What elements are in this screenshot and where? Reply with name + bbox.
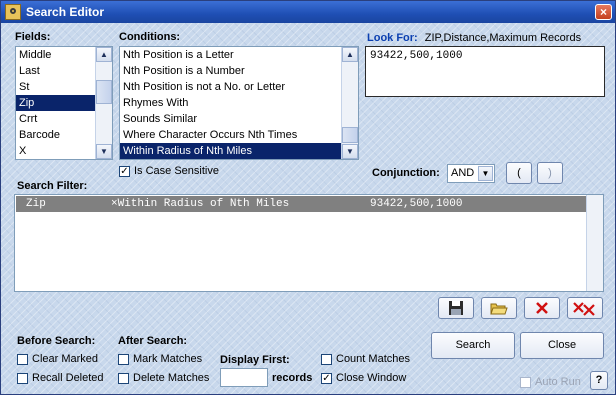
search-filter-label: Search Filter: [17, 180, 88, 192]
scroll-up-icon[interactable]: ▲ [96, 47, 112, 62]
recall-deleted-label: Recall Deleted [32, 372, 104, 384]
conditions-label: Conditions: [119, 31, 181, 43]
conditions-item[interactable]: Nth Position is not a No. or Letter [120, 79, 358, 95]
fields-scrollbar[interactable]: ▲ ▼ [95, 47, 112, 159]
look-for-header: Look For: ZIP,Distance,Maximum Records [367, 32, 581, 44]
checkbox-box[interactable] [17, 353, 28, 365]
conditions-item[interactable]: Where Character Occurs Nth Times [120, 127, 358, 143]
mark-matches-label: Mark Matches [133, 353, 203, 365]
open-folder-icon [490, 303, 508, 315]
scroll-down-icon[interactable]: ▼ [96, 144, 112, 159]
display-first-suffix: records [272, 372, 313, 384]
checkbox-box[interactable] [321, 353, 332, 365]
filter-row[interactable]: Zip ×Within Radius of Nth Miles 93422,50… [16, 196, 586, 212]
filter-field: Zip [26, 198, 46, 210]
help-button[interactable]: ? [590, 371, 608, 390]
count-matches-checkbox[interactable]: Count Matches [321, 353, 410, 367]
checkbox-box[interactable] [118, 372, 129, 384]
close-window-label: Close Window [336, 372, 407, 384]
search-editor-window: Search Editor × Fields: Middle Last St Zip C… [0, 0, 616, 395]
delete-all-button[interactable] [567, 297, 603, 319]
chevron-down-icon[interactable]: ▼ [478, 166, 493, 181]
look-for-label: Look For: [367, 32, 418, 44]
checkbox-check-icon[interactable]: ✓ [119, 165, 130, 177]
conditions-item[interactable]: Within Radius of Nth Miles [120, 143, 358, 159]
after-search-label: After Search: [118, 335, 188, 347]
search-button[interactable]: Search [431, 332, 515, 359]
mark-matches-checkbox[interactable]: Mark Matches [118, 353, 202, 367]
case-sensitive-checkbox[interactable]: ✓ Is Case Sensitive [119, 165, 219, 179]
save-icon [449, 301, 463, 315]
case-sensitive-label: Is Case Sensitive [134, 165, 219, 177]
close-button[interactable]: Close [520, 332, 604, 359]
checkbox-box[interactable] [17, 372, 28, 384]
display-first-input[interactable] [220, 368, 268, 387]
count-matches-label: Count Matches [336, 353, 410, 365]
delete-all-icon [573, 302, 595, 316]
checkbox-check-icon[interactable]: ✓ [321, 372, 332, 384]
delete-matches-checkbox[interactable]: Delete Matches [118, 372, 209, 386]
scroll-thumb[interactable] [342, 127, 358, 143]
scroll-down-icon[interactable]: ▼ [342, 144, 358, 159]
clear-marked-checkbox[interactable]: Clear Marked [17, 353, 98, 367]
filter-condition: ×Within Radius of Nth Miles [111, 198, 290, 210]
delete-button[interactable] [524, 297, 560, 319]
open-paren-button[interactable]: ( [506, 162, 532, 184]
open-button[interactable] [481, 297, 517, 319]
filter-value: 93422,500,1000 [370, 198, 463, 210]
close-window-checkbox[interactable]: ✓ Close Window [321, 372, 406, 386]
fields-label: Fields: [15, 31, 51, 43]
scroll-thumb[interactable] [96, 80, 112, 104]
conditions-item[interactable]: Rhymes With [120, 95, 358, 111]
look-for-input[interactable]: 93422,500,1000 [365, 46, 605, 97]
fields-listbox[interactable]: Middle Last St Zip Crrt Barcode X ▲ ▼ [15, 46, 113, 160]
conditions-item[interactable]: Nth Position is a Letter [120, 47, 358, 63]
title-bar: Search Editor × [1, 1, 615, 23]
scroll-up-icon[interactable]: ▲ [342, 47, 358, 62]
checkbox-box[interactable] [118, 353, 129, 365]
before-search-label: Before Search: [17, 335, 96, 347]
conditions-listbox[interactable]: Nth Position is a Letter Nth Position is … [119, 46, 359, 160]
conditions-scrollbar[interactable]: ▲ ▼ [341, 47, 358, 159]
search-filter-list[interactable]: Zip ×Within Radius of Nth Miles 93422,50… [14, 194, 604, 292]
window-close-button[interactable]: × [595, 4, 612, 20]
window-title: Search Editor [26, 5, 105, 19]
conjunction-value: AND [451, 167, 475, 179]
conditions-item[interactable]: Sounds Similar [120, 111, 358, 127]
checkbox-box[interactable] [520, 376, 531, 388]
auto-run-checkbox[interactable]: Auto Run [520, 376, 581, 390]
app-icon [5, 4, 21, 20]
look-for-hint: ZIP,Distance,Maximum Records [424, 32, 582, 44]
conjunction-label: Conjunction: [372, 167, 440, 179]
save-button[interactable] [438, 297, 474, 319]
recall-deleted-checkbox[interactable]: Recall Deleted [17, 372, 104, 386]
close-paren-button[interactable]: ) [537, 162, 563, 184]
conjunction-select[interactable]: AND ▼ [447, 164, 495, 183]
display-first-label: Display First: [220, 354, 290, 366]
delete-matches-label: Delete Matches [133, 372, 210, 384]
clear-marked-label: Clear Marked [32, 353, 99, 365]
filter-scrollbar[interactable] [586, 195, 603, 291]
conditions-item[interactable]: Nth Position is a Number [120, 63, 358, 79]
delete-icon [536, 302, 548, 314]
auto-run-label: Auto Run [535, 376, 581, 388]
